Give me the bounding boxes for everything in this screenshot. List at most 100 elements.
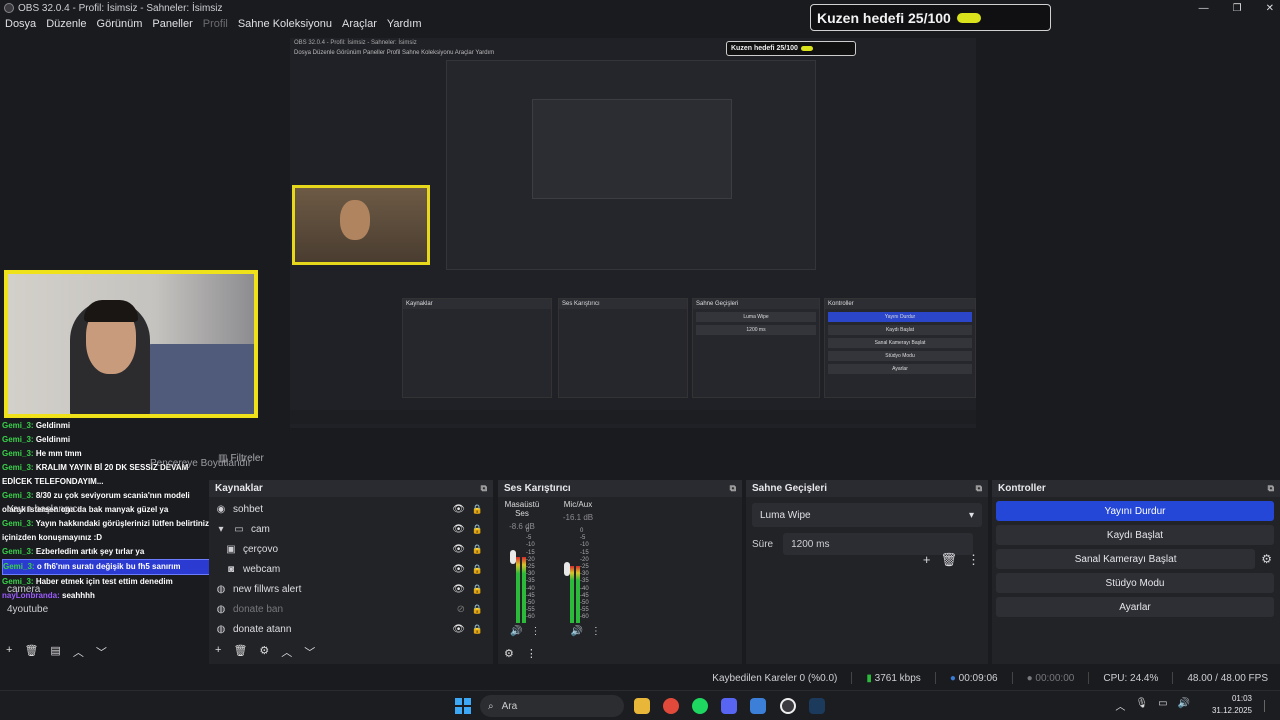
hidden-icon[interactable]: ⊘ <box>457 604 465 615</box>
gear-icon[interactable]: ⚙ <box>1261 552 1272 566</box>
windows-start-icon[interactable] <box>455 698 471 714</box>
lock-icon[interactable]: 🔒 <box>472 524 483 535</box>
menu-view[interactable]: Görünüm <box>92 18 148 30</box>
discord-icon[interactable] <box>721 698 737 714</box>
remove-transition-icon[interactable]: 🗑 <box>940 552 957 568</box>
menu-profile[interactable]: Profil <box>198 18 233 30</box>
visibility-icon[interactable]: 👁 <box>452 544 465 555</box>
chevron-down-icon[interactable]: ▾ <box>215 524 227 535</box>
move-down-icon[interactable]: ﹀ <box>96 644 107 660</box>
visibility-icon[interactable]: 👁 <box>452 504 465 515</box>
visibility-icon[interactable]: 👁 <box>452 524 465 535</box>
show-desktop-icon[interactable] <box>1264 700 1272 712</box>
menu-edit[interactable]: Düzenle <box>41 18 91 30</box>
volume-fader[interactable] <box>510 550 516 564</box>
more-icon[interactable]: ⋮ <box>591 626 601 637</box>
undock-icon[interactable]: ⧉ <box>730 483 736 494</box>
volume-fader[interactable] <box>564 562 570 576</box>
dropped-frames: Kaybedilen Kareler 0 (%0.0) <box>712 672 838 684</box>
start-record-button[interactable]: Kaydı Başlat <box>996 525 1274 545</box>
visibility-icon[interactable]: 👁 <box>452 624 465 635</box>
nested-studio-mode: Stüdyo Modu <box>828 351 972 361</box>
game-app-icon[interactable] <box>750 698 766 714</box>
source-item[interactable]: ▣ çerçovo 👁 🔒 <box>215 539 493 559</box>
start-virtual-camera-button[interactable]: Sanal Kamerayı Başlat <box>996 549 1256 569</box>
more-icon[interactable]: ⋮ <box>967 552 980 568</box>
minimize-button[interactable]: — <box>1199 3 1209 14</box>
lock-icon[interactable]: 🔒 <box>472 584 483 595</box>
maximize-button[interactable]: ❐ <box>1233 3 1242 14</box>
close-button[interactable]: ✕ <box>1266 3 1274 14</box>
lock-icon[interactable]: 🔒 <box>472 624 483 635</box>
undock-icon[interactable]: ⧉ <box>1268 483 1274 494</box>
menu-file[interactable]: Dosya <box>0 18 41 30</box>
browser-icon: ◍ <box>216 583 226 595</box>
file-explorer-icon[interactable] <box>634 698 650 714</box>
menu-docks[interactable]: Paneller <box>147 18 197 30</box>
filters-button[interactable]: ▥ Filtreler <box>218 453 264 464</box>
undock-icon[interactable]: ⧉ <box>976 483 982 494</box>
menu-scene-collection[interactable]: Sahne Koleksiyonu <box>233 18 337 30</box>
nested-preview-level-2 <box>446 60 816 270</box>
speaker-icon[interactable]: 🔊 <box>570 626 582 637</box>
source-item[interactable]: ◙ webcam 👁 🔒 <box>215 559 493 579</box>
lock-icon[interactable]: 🔒 <box>472 544 483 555</box>
move-up-icon[interactable]: ︿ <box>73 644 84 660</box>
obs-taskbar-icon[interactable] <box>780 698 796 714</box>
scene-item[interactable]: camera <box>7 584 40 595</box>
source-item[interactable]: ▾ ▭ cam 👁 🔒 <box>215 519 493 539</box>
audio-settings-icon[interactable]: ⚙ <box>504 647 514 660</box>
remove-source-icon[interactable]: 🗑 <box>233 644 247 660</box>
webcam-bed <box>144 344 254 414</box>
add-source-icon[interactable]: + <box>215 644 221 660</box>
settings-button[interactable]: Ayarlar <box>996 597 1274 617</box>
nested-mixer-header: Ses Karıştırıcı <box>559 299 687 309</box>
move-up-icon[interactable]: ︿ <box>281 644 292 660</box>
source-item[interactable]: ◉ sohbet 👁 🔒 <box>215 499 493 519</box>
add-transition-icon[interactable]: + <box>923 552 931 568</box>
menu-tools[interactable]: Araçlar <box>337 18 382 30</box>
undock-icon[interactable]: ⧉ <box>481 483 487 494</box>
steam-icon[interactable] <box>809 698 825 714</box>
image-icon: ▣ <box>226 543 236 555</box>
filter-scene-icon[interactable]: ▤ <box>50 644 60 660</box>
studio-mode-button[interactable]: Stüdyo Modu <box>996 573 1274 593</box>
transition-select[interactable]: Luma Wipe ▾ <box>752 503 982 527</box>
menu-help[interactable]: Yardım <box>382 18 427 30</box>
visibility-icon[interactable]: 👁 <box>452 584 465 595</box>
nested-transitions-header: Sahne Geçişleri <box>693 299 819 309</box>
scene-item[interactable]: 4youtube <box>7 604 48 615</box>
scene-item[interactable]: Yayın başlangıcı <box>7 504 80 515</box>
chevron-up-icon[interactable]: ︿ <box>1115 698 1125 713</box>
taskbar-search[interactable]: ⌕ Ara <box>480 695 624 717</box>
window-title: OBS 32.0.4 - Profil: İsimsiz - Sahneler:… <box>18 2 223 14</box>
system-tray: ︿ 🎙 ▭ 🔊 <box>1115 698 1190 713</box>
lock-icon[interactable]: 🔒 <box>472 504 483 515</box>
nested-taskbar <box>290 410 976 424</box>
clock-time: 01:03 <box>1231 694 1252 703</box>
source-item[interactable]: ◍ new fillwrs alert 👁 🔒 <box>215 579 493 599</box>
chrome-icon[interactable] <box>663 698 679 714</box>
move-down-icon[interactable]: ﹀ <box>304 644 315 660</box>
lock-icon[interactable]: 🔒 <box>472 604 483 615</box>
nested-webcam-face <box>340 200 370 240</box>
taskbar-clock[interactable]: 01:03 31.12.2025 <box>1212 693 1252 717</box>
remove-scene-icon[interactable]: 🗑 <box>24 644 38 660</box>
source-item[interactable]: ◍ donate atann 👁 🔒 <box>215 619 493 639</box>
more-icon[interactable]: ⋮ <box>526 647 537 660</box>
lock-icon[interactable]: 🔒 <box>472 564 483 575</box>
volume-icon[interactable]: 🔊 <box>1178 698 1190 713</box>
source-item[interactable]: ◍ donate ban ⊘ 🔒 <box>215 599 493 619</box>
microphone-icon[interactable]: 🎙 <box>1135 698 1148 713</box>
speaker-icon[interactable]: 🔊 <box>510 626 522 637</box>
more-icon[interactable]: ⋮ <box>530 626 540 637</box>
spotify-icon[interactable] <box>692 698 708 714</box>
visibility-icon[interactable]: 👁 <box>452 564 465 575</box>
network-icon[interactable]: ▭ <box>1158 698 1167 713</box>
stop-stream-button[interactable]: Yayını Durdur <box>996 501 1274 521</box>
goal-overlay: Kuzen hedefi 25/100 <box>810 4 1051 31</box>
clock-date: 31.12.2025 <box>1211 706 1252 715</box>
scene-preview[interactable]: OBS 32.0.4 - Profil: İsimsiz - Sahneler:… <box>290 38 976 428</box>
add-scene-icon[interactable]: + <box>6 644 12 660</box>
source-properties-icon[interactable]: ⚙ <box>259 644 269 660</box>
